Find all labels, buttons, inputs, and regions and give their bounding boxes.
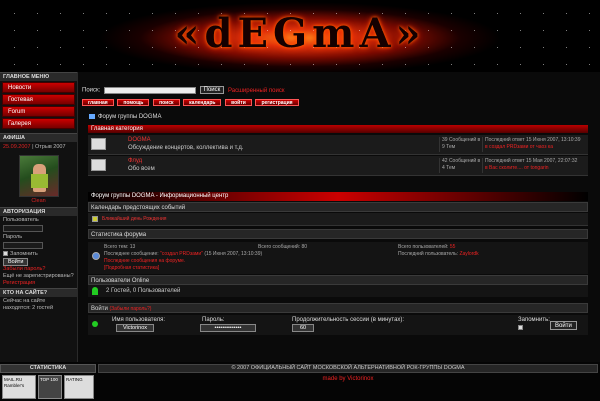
stats-users: Всего пользователей: 55 Последний пользо…: [398, 244, 479, 257]
calendar-icon: [92, 216, 98, 222]
afisha-date[interactable]: 25.09.2007: [3, 144, 31, 150]
user-label: Пользователь: [3, 217, 39, 223]
nav-login-button[interactable]: войти: [225, 99, 252, 106]
login-status-icon: [92, 321, 98, 327]
info-center-header: Форум группы DOGMA - Информационный цент…: [88, 192, 588, 201]
afisha-block: 25.09.2007 | Отрыв 2007: [0, 142, 77, 153]
password-input[interactable]: [3, 242, 43, 249]
login-section-header: Войти (Забыли пароль?): [88, 303, 588, 313]
site-logo[interactable]: «dEGmA»: [0, 10, 600, 57]
afisha-text: | Отрыв 2007: [32, 144, 66, 150]
menu-item-forum[interactable]: Forum: [2, 106, 75, 117]
online-count: 2 Гостей, 0 Пользователей: [106, 288, 181, 294]
online-row: 2 Гостей, 0 Пользователей: [88, 285, 588, 297]
forgot-password-link-main[interactable]: (Забыли пароль?): [109, 306, 151, 312]
remember-checkbox-main[interactable]: [518, 325, 523, 330]
forum-last-post[interactable]: Последний ответ 15 Мая 2007, 22:07:32 в В…: [482, 158, 577, 173]
nav-calendar-button[interactable]: календарь: [183, 99, 222, 106]
site-banner: «dEGmA»: [0, 0, 600, 72]
forgot-password-link[interactable]: Забыли пароль?: [3, 266, 74, 273]
forum-icon: [91, 138, 106, 150]
folder-icon: [89, 114, 95, 119]
forum-stats-block: Всего тем: 13 Последнее сообщение: "созд…: [88, 242, 588, 274]
auth-header: АВТОРИЗАЦИЯ: [0, 207, 77, 216]
password-label: Пароль: [3, 234, 23, 240]
forum-nav: главная помощь поиск календарь войти рег…: [82, 99, 301, 106]
stats-left: Всего тем: 13 Последнее сообщение: "созд…: [104, 244, 263, 272]
forum-stats: 39 Сообщений в9 Тем: [439, 137, 481, 152]
stats-icon: [92, 252, 100, 260]
photo-shirt: [30, 174, 48, 188]
forum-desc: Обсуждение концертов, коллектива и т.д.: [128, 145, 244, 151]
nav-home-button[interactable]: главная: [82, 99, 114, 106]
left-sidebar: ГЛАВНОЕ МЕНЮ Новости Гостевая Forum Гале…: [0, 72, 78, 362]
password-field[interactable]: ••••••••••••••: [200, 324, 256, 332]
online-section-header: Пользователи Online: [88, 275, 588, 285]
stats-section-header: Статистика форума: [88, 229, 588, 239]
username-field[interactable]: Victorinox: [116, 324, 154, 332]
who-online-header: КТО НА САЙТЕ?: [0, 288, 77, 297]
search-button[interactable]: Поиск: [199, 86, 225, 94]
stats-posts: Всего сообщений: 80: [258, 244, 308, 250]
users-online-icon: [92, 287, 98, 295]
forum-desc: Обо всем: [128, 166, 155, 172]
calendar-row: Ближайший день Рождения: [88, 213, 588, 226]
remember-checkbox[interactable]: [3, 251, 8, 257]
menu-item-gallery[interactable]: Галерея: [2, 118, 75, 129]
search-bar: Поиск: Поиск Расширенный поиск: [82, 86, 284, 94]
calendar-item[interactable]: Ближайший день Рождения: [102, 216, 166, 222]
password-label: Пароль:: [202, 317, 225, 323]
quick-login-button[interactable]: Войти: [550, 321, 577, 330]
footer-stats-header: СТАТИСТИКА: [0, 364, 96, 373]
forum-name[interactable]: Флуд: [128, 158, 142, 164]
top100-counter[interactable]: TOP 100: [38, 375, 62, 399]
session-label: Продолжительность сессии (в минутах):: [292, 317, 405, 323]
username-label: Имя пользователя:: [112, 317, 166, 323]
page: «dEGmA» ГЛАВНОЕ МЕНЮ Новости Гостевая Fo…: [0, 0, 600, 401]
quick-login-row: Имя пользователя: Victorinox Пароль: •••…: [88, 315, 588, 335]
forum-row: DOGMA Обсуждение концертов, коллектива и…: [88, 135, 588, 155]
rambler-counter[interactable]: MAIL.RU Rambler's: [2, 375, 36, 399]
not-registered-text: Ещё не зарегистрированы?: [3, 273, 74, 279]
user-input[interactable]: [3, 225, 43, 232]
forum-last-post[interactable]: Последний ответ 15 Июня 2007, 13:10:39 в …: [482, 137, 581, 152]
forum-title-link[interactable]: Форум группы DOGMA: [98, 114, 162, 120]
main-menu-header: ГЛАВНОЕ МЕНЮ: [0, 72, 77, 81]
more-stats-link[interactable]: [Подробная статистика]: [104, 265, 262, 272]
login-button[interactable]: Войти: [3, 258, 29, 266]
calendar-section-header: Календарь предстоящих событий: [88, 202, 588, 212]
forum-breadcrumb: Форум группы DOGMA: [89, 114, 162, 120]
band-member-photo[interactable]: [18, 155, 59, 197]
rating-counter[interactable]: RATING: [64, 375, 94, 399]
copyright: © 2007 ОФИЦИАЛЬНЫЙ САЙТ МОСКОВСКОЙ АЛЬТЕ…: [98, 364, 598, 373]
who-online-text: Сейчас на сайте находятся: 2 гостей: [3, 298, 54, 311]
forum-icon: [91, 159, 106, 171]
made-by-credit[interactable]: made by Victorinox: [98, 376, 598, 382]
menu-item-news[interactable]: Новости: [2, 82, 75, 93]
afisha-header: АФИША: [0, 133, 77, 142]
nav-help-button[interactable]: помощь: [117, 99, 150, 106]
search-label: Поиск:: [82, 87, 101, 94]
menu-item-guestbook[interactable]: Гостевая: [2, 94, 75, 105]
remember-label: Запомнить: [10, 251, 38, 257]
nav-search-button[interactable]: поиск: [153, 99, 180, 106]
register-link[interactable]: Регистрация: [3, 280, 74, 287]
remember-label-main: Запомнить:: [518, 317, 550, 323]
category-header[interactable]: Главная категория: [88, 125, 588, 133]
forum-name[interactable]: DOGMA: [128, 137, 151, 143]
footer: СТАТИСТИКА © 2007 ОФИЦИАЛЬНЫЙ САЙТ МОСКО…: [0, 362, 600, 401]
recent-posts-link[interactable]: Последние сообщения на форуме.: [104, 258, 262, 265]
advanced-search-link[interactable]: Расширенный поиск: [228, 88, 285, 94]
forum-row: Флуд Обо всем 42 Сообщений в4 Тем Послед…: [88, 156, 588, 176]
nav-register-button[interactable]: регистрация: [255, 99, 299, 106]
auth-form: Пользователь Пароль Запомнить Войти Забы…: [0, 216, 77, 288]
search-input[interactable]: [103, 86, 196, 94]
forum-stats: 42 Сообщений в4 Тем: [439, 158, 481, 173]
session-length-field[interactable]: 60: [292, 324, 314, 332]
main-content: Поиск: Поиск Расширенный поиск главная п…: [80, 72, 600, 362]
